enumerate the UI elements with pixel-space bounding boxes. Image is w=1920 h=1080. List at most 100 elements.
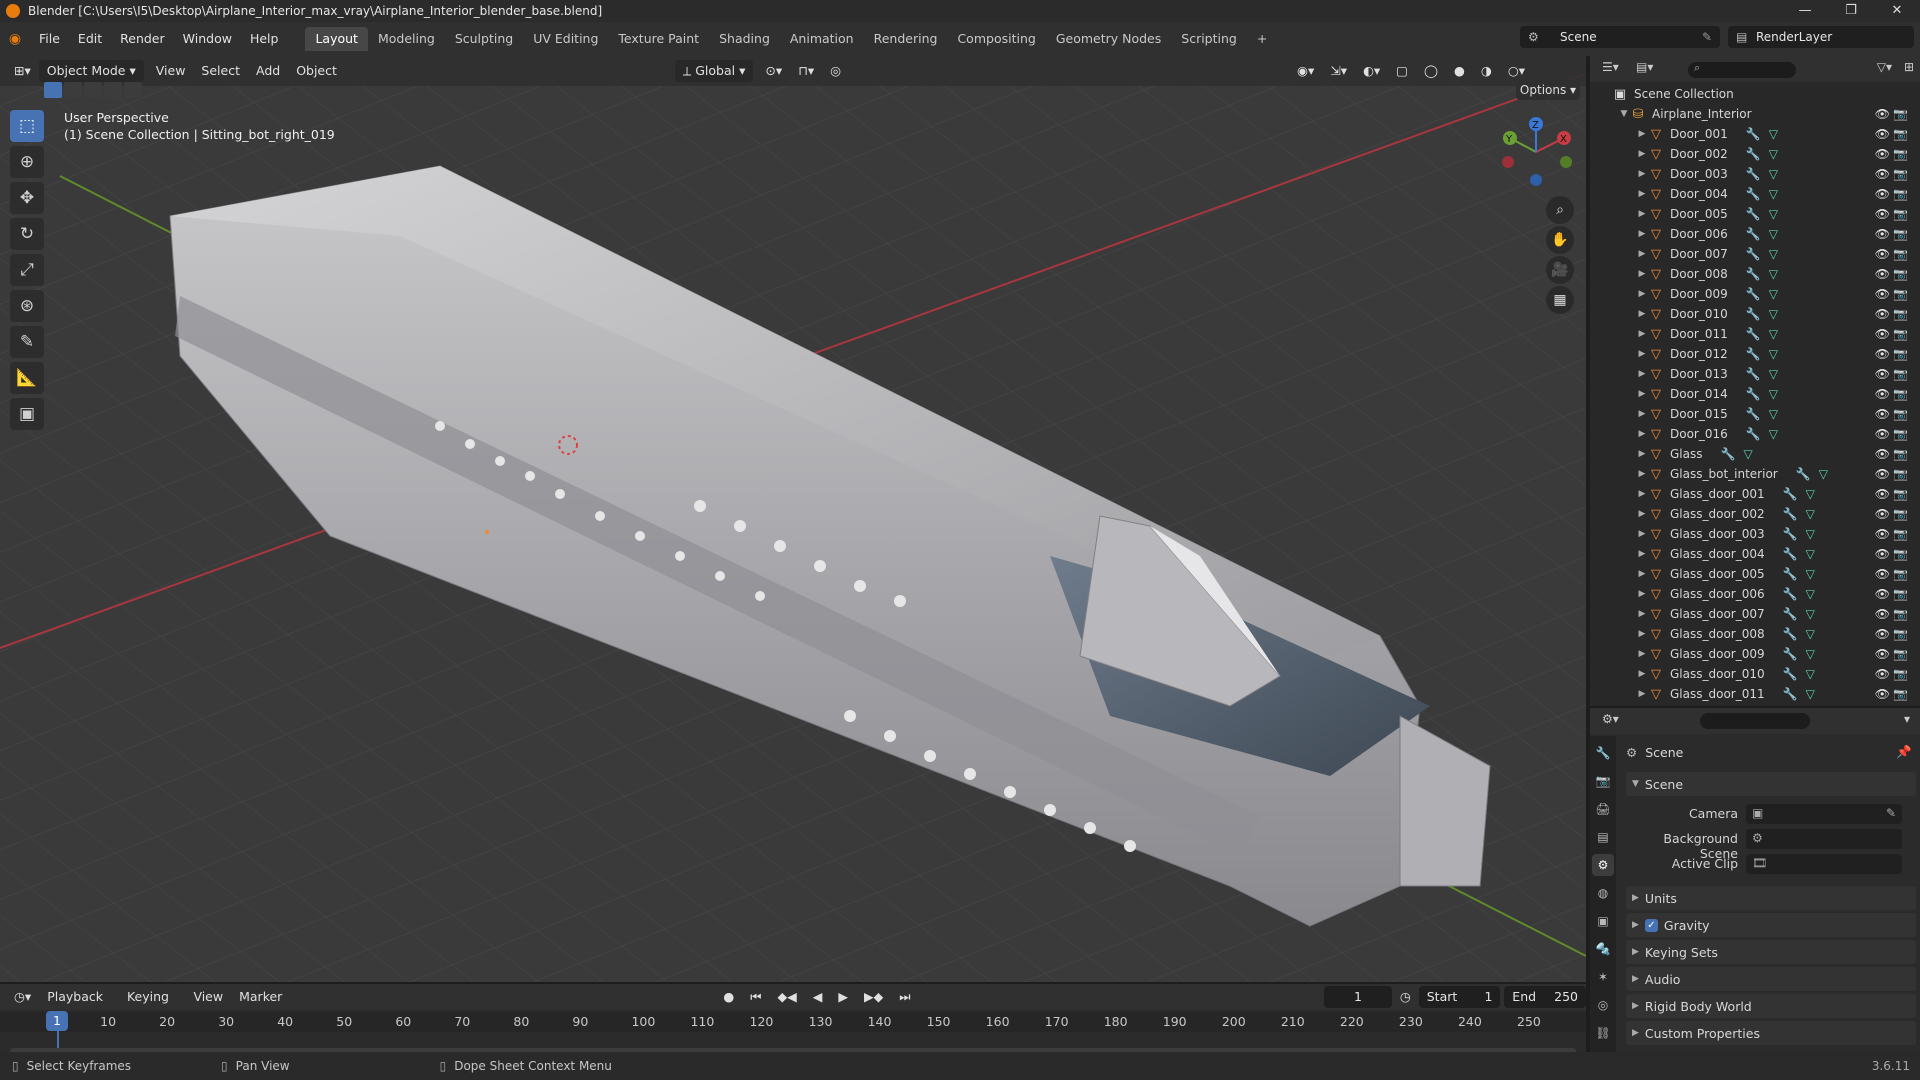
- scene-tab-icon[interactable]: ⚙: [1592, 854, 1614, 876]
- modifier-wrench-icon[interactable]: 🔧: [1746, 227, 1761, 241]
- subpanel-header[interactable]: ▶ Audio: [1626, 967, 1916, 991]
- tab-uv-editing[interactable]: UV Editing: [523, 27, 608, 51]
- subpanel-header[interactable]: ▶ Keying Sets: [1626, 940, 1916, 964]
- menu-add[interactable]: Add: [248, 60, 288, 82]
- outliner-item[interactable]: ▶ ▽ Glass 🔧 ▽ 👁 📷: [1590, 444, 1920, 464]
- expand-icon[interactable]: ▶: [1636, 529, 1648, 539]
- mesh-data-icon[interactable]: ▽: [1769, 267, 1778, 281]
- visibility-eye-icon[interactable]: 👁: [1875, 407, 1890, 421]
- editor-type-icon[interactable]: ⊞▾: [6, 60, 39, 82]
- outliner-item[interactable]: ▶ ▽ Door_002 🔧 ▽ 👁 📷: [1590, 144, 1920, 164]
- tab-geometry-nodes[interactable]: Geometry Nodes: [1046, 27, 1171, 51]
- move-icon[interactable]: ✥: [10, 182, 44, 214]
- render-camera-icon[interactable]: 📷: [1893, 627, 1908, 641]
- cursor-icon[interactable]: ⊕: [10, 146, 44, 178]
- outliner-item[interactable]: ▶ ▽ Door_012 🔧 ▽ 👁 📷: [1590, 344, 1920, 364]
- render-tab-icon[interactable]: 📷: [1592, 770, 1614, 792]
- auto-key-icon[interactable]: ●: [715, 986, 742, 1008]
- properties-search-input[interactable]: [1700, 713, 1810, 729]
- current-frame-indicator[interactable]: 1: [46, 1011, 68, 1031]
- outliner-search-input[interactable]: [1688, 62, 1796, 78]
- render-camera-icon[interactable]: 📷: [1893, 507, 1908, 521]
- mesh-data-icon[interactable]: ▽: [1819, 467, 1828, 481]
- shading-solid-icon[interactable]: ●: [1446, 60, 1473, 82]
- render-camera-icon[interactable]: 📷: [1893, 547, 1908, 561]
- scale-icon[interactable]: ⤢: [10, 254, 44, 286]
- active-clip-field[interactable]: 🎞: [1746, 854, 1902, 874]
- visibility-eye-icon[interactable]: 👁: [1875, 147, 1890, 161]
- outliner-item[interactable]: ▶ ▽ Door_005 🔧 ▽ 👁 📷: [1590, 204, 1920, 224]
- outliner-item[interactable]: ▶ ▽ Door_006 🔧 ▽ 👁 📷: [1590, 224, 1920, 244]
- expand-icon[interactable]: ▶: [1636, 629, 1648, 639]
- select-invert-icon[interactable]: [104, 82, 122, 98]
- shading-wireframe-icon[interactable]: ◯: [1416, 60, 1446, 82]
- panel-expand-icon[interactable]: ▶: [1632, 893, 1639, 903]
- outliner-item[interactable]: ▶ ▽ Door_004 🔧 ▽ 👁 📷: [1590, 184, 1920, 204]
- modifier-wrench-icon[interactable]: 🔧: [1746, 207, 1761, 221]
- modifier-wrench-icon[interactable]: 🔧: [1783, 667, 1798, 681]
- mesh-data-icon[interactable]: ▽: [1769, 327, 1778, 341]
- modifier-wrench-icon[interactable]: 🔧: [1721, 447, 1736, 461]
- visibility-eye-icon[interactable]: 👁: [1875, 287, 1890, 301]
- modifier-wrench-icon[interactable]: 🔧: [1746, 407, 1761, 421]
- modifier-wrench-icon[interactable]: 🔧: [1783, 587, 1798, 601]
- visibility-eye-icon[interactable]: 👁: [1875, 247, 1890, 261]
- expand-icon[interactable]: ▶: [1636, 489, 1648, 499]
- expand-icon[interactable]: ▶: [1636, 149, 1648, 159]
- render-camera-icon[interactable]: 📷: [1893, 587, 1908, 601]
- camera-field[interactable]: ▣ ✎: [1746, 804, 1902, 824]
- visibility-eye-icon[interactable]: 👁: [1875, 347, 1890, 361]
- world-tab-icon[interactable]: ◍: [1592, 882, 1614, 904]
- expand-icon[interactable]: ▶: [1636, 369, 1648, 379]
- visibility-eye-icon[interactable]: 👁: [1875, 167, 1890, 181]
- pin-icon[interactable]: ✎: [1702, 26, 1712, 48]
- render-camera-icon[interactable]: 📷: [1893, 427, 1908, 441]
- shading-rendered-icon[interactable]: ○▾: [1500, 60, 1533, 82]
- collapse-icon[interactable]: ▼: [1618, 109, 1630, 119]
- mesh-data-icon[interactable]: ▽: [1769, 127, 1778, 141]
- mesh-data-icon[interactable]: ▽: [1806, 647, 1815, 661]
- preview-range-icon[interactable]: ◷: [1392, 986, 1419, 1008]
- modifier-wrench-icon[interactable]: 🔧: [1783, 507, 1798, 521]
- outliner-item[interactable]: ▶ ▽ Glass_door_007 🔧 ▽ 👁 📷: [1590, 604, 1920, 624]
- modifier-wrench-icon[interactable]: 🔧: [1746, 187, 1761, 201]
- menu-window[interactable]: Window: [174, 22, 241, 56]
- render-camera-icon[interactable]: 📷: [1893, 327, 1908, 341]
- particles-tab-icon[interactable]: ✶: [1592, 966, 1614, 988]
- modifier-wrench-icon[interactable]: 🔧: [1783, 567, 1798, 581]
- start-frame-field[interactable]: Start 1: [1418, 986, 1501, 1008]
- outliner-item[interactable]: ▶ ▽ Door_001 🔧 ▽ 👁 📷: [1590, 124, 1920, 144]
- visibility-eye-icon[interactable]: 👁: [1875, 367, 1890, 381]
- modifier-wrench-icon[interactable]: 🔧: [1746, 427, 1761, 441]
- mesh-data-icon[interactable]: ▽: [1806, 547, 1815, 561]
- gravity-checkbox[interactable]: ✓: [1644, 918, 1658, 932]
- mode-dropdown[interactable]: Object Mode ▾: [38, 60, 144, 82]
- render-camera-icon[interactable]: 📷: [1893, 387, 1908, 401]
- render-camera-icon[interactable]: 📷: [1893, 267, 1908, 281]
- tool-tab-icon[interactable]: 🔧: [1592, 742, 1614, 764]
- outliner-item[interactable]: ▶ ▽ Door_013 🔧 ▽ 👁 📷: [1590, 364, 1920, 384]
- mesh-data-icon[interactable]: ▽: [1806, 587, 1815, 601]
- visibility-eye-icon[interactable]: 👁: [1875, 307, 1890, 321]
- mesh-data-icon[interactable]: ▽: [1769, 207, 1778, 221]
- output-tab-icon[interactable]: 🖨: [1592, 798, 1614, 820]
- zoom-icon[interactable]: ⌕: [1546, 196, 1574, 224]
- modifier-wrench-icon[interactable]: 🔧: [1783, 547, 1798, 561]
- close-button[interactable]: ✕: [1874, 0, 1920, 22]
- play-icon[interactable]: ▶: [830, 986, 856, 1008]
- snap-icon[interactable]: ⊓▾: [790, 60, 822, 82]
- visibility-eye-icon[interactable]: 👁: [1875, 467, 1890, 481]
- modifier-wrench-icon[interactable]: 🔧: [1746, 367, 1761, 381]
- end-frame-field[interactable]: End 250: [1504, 986, 1586, 1008]
- panel-expand-icon[interactable]: ▶: [1632, 1001, 1639, 1011]
- mesh-data-icon[interactable]: ▽: [1806, 607, 1815, 621]
- outliner-item[interactable]: ▶ ▽ Glass_door_009 🔧 ▽ 👁 📷: [1590, 644, 1920, 664]
- outliner-item[interactable]: ▶ ▽ Door_008 🔧 ▽ 👁 📷: [1590, 264, 1920, 284]
- expand-icon[interactable]: ▶: [1636, 389, 1648, 399]
- modifier-wrench-icon[interactable]: 🔧: [1746, 327, 1761, 341]
- scene-selector[interactable]: ⚙ Scene ✎: [1520, 26, 1720, 48]
- timeline-editor-icon[interactable]: ◷▾: [6, 986, 39, 1008]
- render-camera-icon[interactable]: 📷: [1893, 687, 1908, 701]
- tab-layout[interactable]: Layout: [305, 27, 368, 51]
- modifier-wrench-icon[interactable]: 🔧: [1746, 307, 1761, 321]
